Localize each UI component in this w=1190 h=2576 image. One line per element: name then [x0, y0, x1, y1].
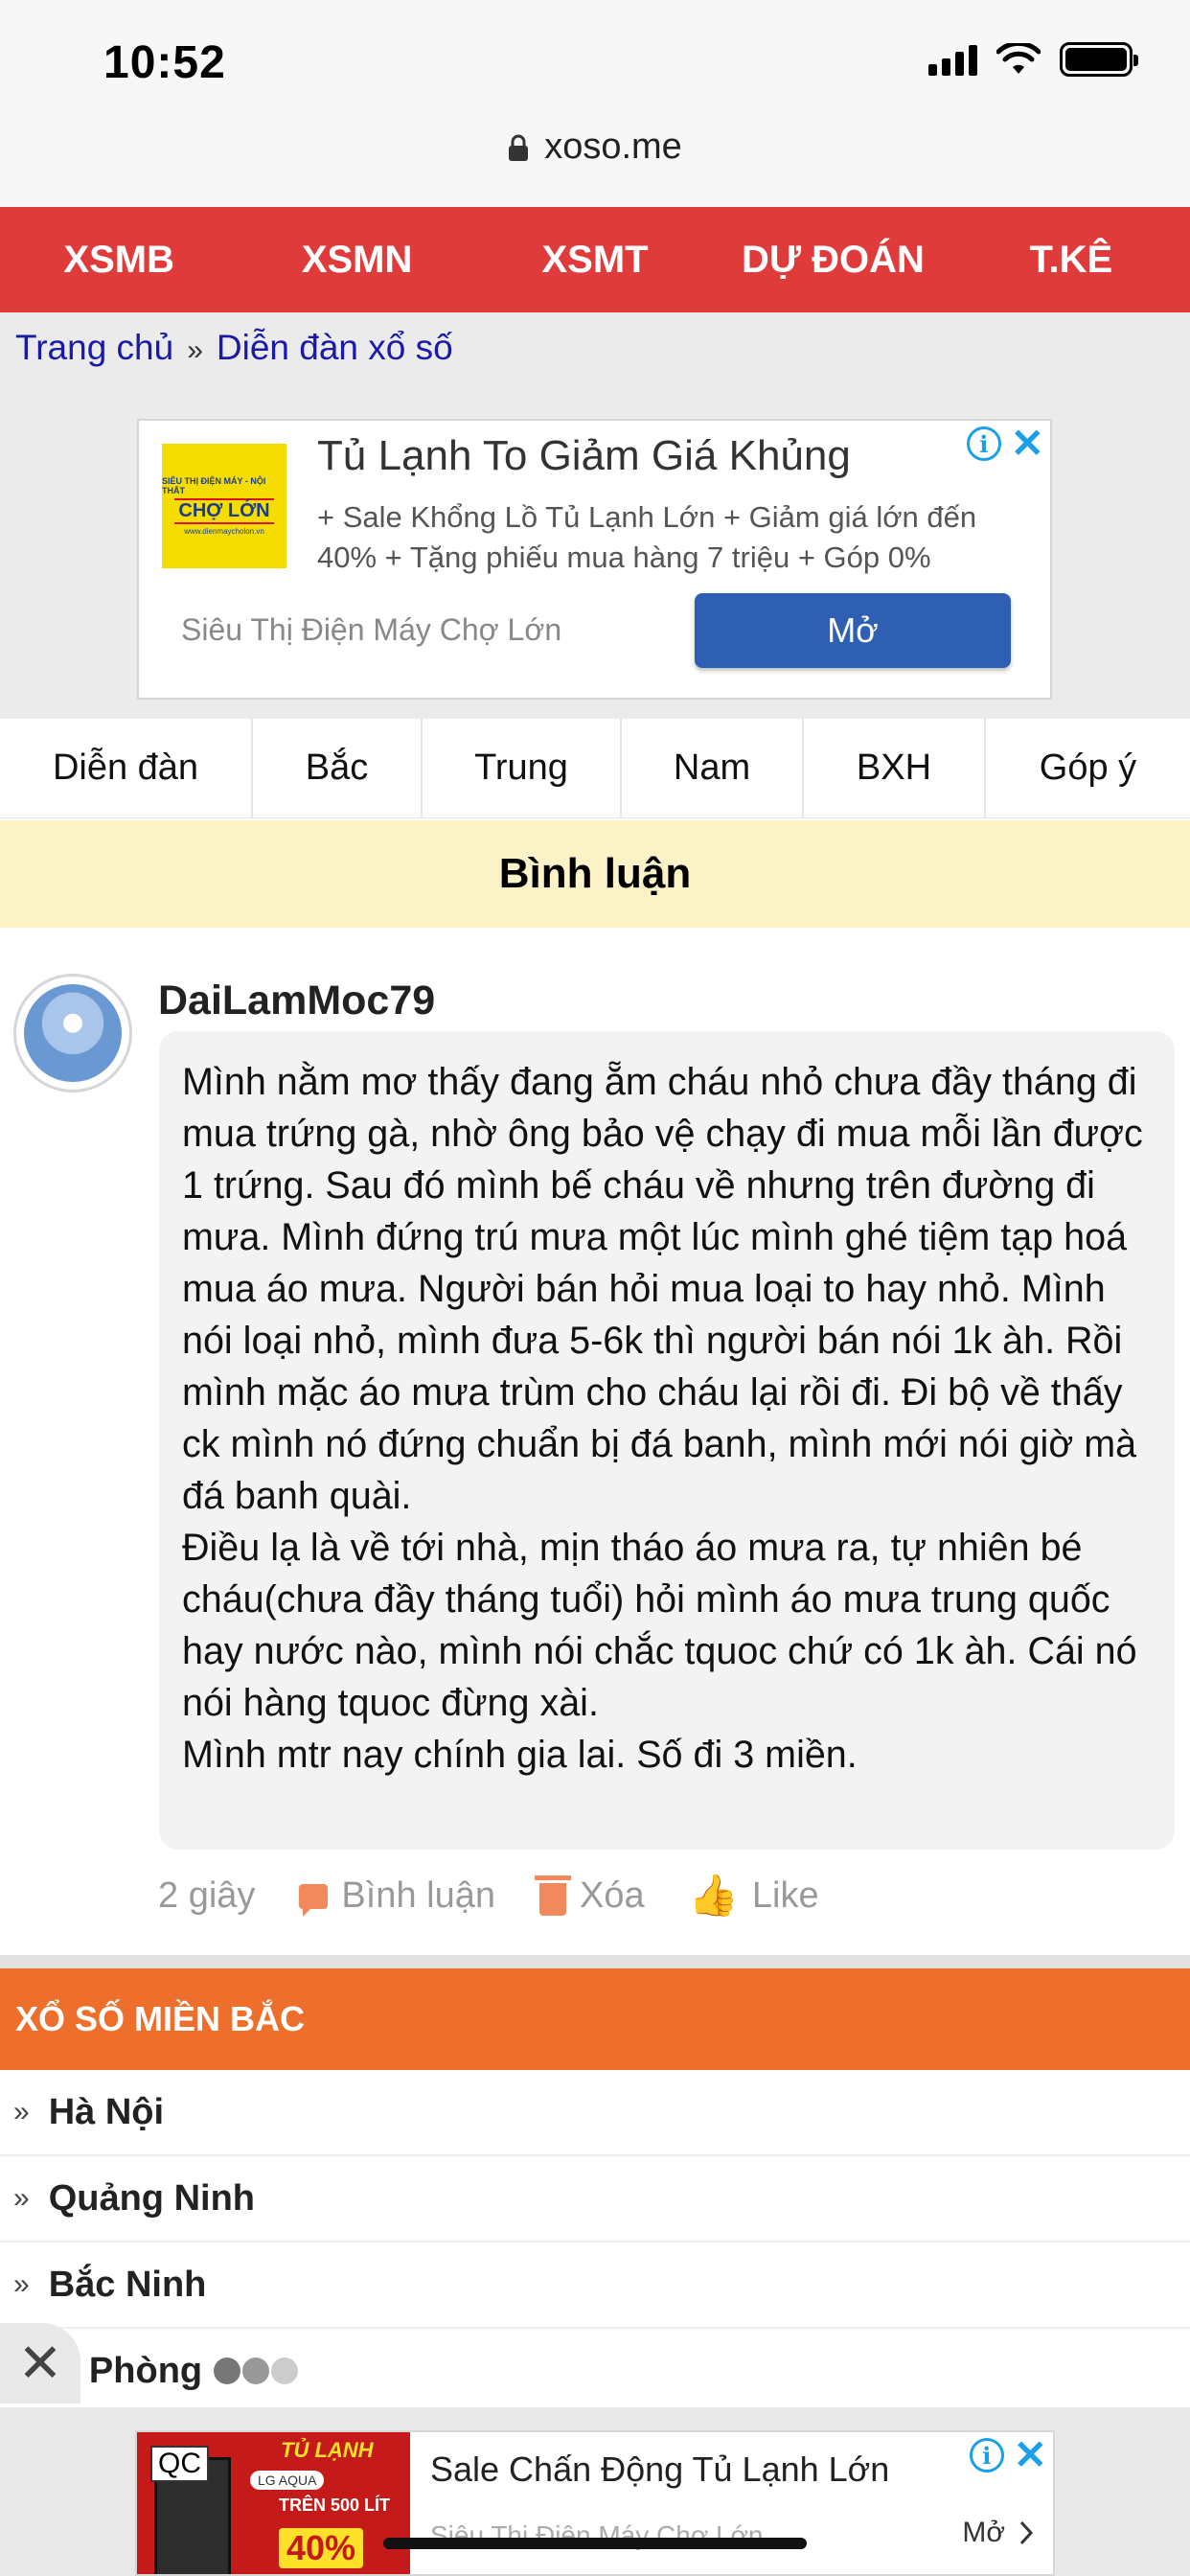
ad-description: + Sale Khổng Lồ Tủ Lạnh Lớn + Giảm giá l…	[317, 500, 977, 574]
forum-tabs: Diễn đàn Bắc Trung Nam BXH Góp ý	[0, 719, 1190, 818]
ad-title: Tủ Lạnh To Giảm Giá Khủng	[317, 432, 851, 479]
tab-nam[interactable]: Nam	[622, 719, 804, 817]
lock-icon	[509, 134, 529, 161]
tab-dien-dan[interactable]: Diễn đàn	[0, 719, 253, 817]
status-bar: 10:52	[0, 0, 1190, 115]
ad-choices: i ✕	[966, 424, 1044, 464]
chevron-right-icon: »	[13, 2096, 30, 2128]
ad-choices: i ✕	[969, 2435, 1047, 2475]
loading-dots-icon	[214, 2358, 299, 2384]
close-icon[interactable]: ✕	[1014, 2435, 1047, 2475]
tab-trung[interactable]: Trung	[423, 719, 622, 817]
tab-bac[interactable]: Bắc	[253, 719, 423, 817]
close-ad-button[interactable]: ✕	[0, 2323, 80, 2404]
avatar[interactable]	[13, 974, 132, 1092]
signal-icon	[928, 43, 977, 76]
province-link-hai-phong[interactable]: » ải Phòng	[0, 2329, 1190, 2415]
ad-title: Sale Chấn Động Tủ Lạnh Lớn	[430, 2450, 890, 2489]
province-link-quang-ninh[interactable]: » Quảng Ninh	[0, 2156, 1190, 2242]
breadcrumb: Trang chủ » Diễn đàn xổ số	[15, 328, 453, 368]
main-nav: XSMB XSMN XSMT DỰ ĐOÁN T.KÊ	[0, 207, 1190, 312]
region-header[interactable]: XỔ SỐ MIỀN BẮC	[0, 1968, 1190, 2070]
breadcrumb-separator: »	[187, 334, 203, 366]
comment-username[interactable]: DaiLamMoc79	[158, 978, 435, 1024]
nav-xsmb[interactable]: XSMB	[0, 207, 238, 312]
section-title: Bình luận	[0, 820, 1190, 928]
tab-gop-y[interactable]: Góp ý	[986, 719, 1190, 817]
home-indicator[interactable]	[383, 2538, 807, 2549]
ad-logo: SIÊU THỊ ĐIỆN MÁY - NỘI THẤT CHỢ LỚN www…	[162, 444, 286, 568]
chevron-right-icon: »	[13, 2268, 30, 2300]
wifi-icon	[996, 43, 1041, 74]
battery-icon	[1060, 42, 1138, 77]
like-button[interactable]: 👍 Like	[689, 1873, 819, 1920]
browser-url-bar[interactable]: xoso.me	[0, 115, 1190, 207]
close-icon: ✕	[17, 2333, 63, 2393]
tab-bxh[interactable]: BXH	[804, 719, 986, 817]
nav-xsmn[interactable]: XSMN	[238, 207, 475, 312]
breadcrumb-home[interactable]: Trang chủ	[15, 328, 173, 368]
province-link-ha-noi[interactable]: » Hà Nội	[0, 2070, 1190, 2156]
divider	[0, 1955, 1190, 1968]
close-icon[interactable]: ✕	[1011, 424, 1044, 464]
status-time: 10:52	[103, 37, 226, 88]
ad-banner-top[interactable]: SIÊU THỊ ĐIỆN MÁY - NỘI THẤT CHỢ LỚN www…	[137, 419, 1052, 700]
nav-xsmt[interactable]: XSMT	[476, 207, 714, 312]
status-icons	[928, 42, 1138, 77]
url-text: xoso.me	[544, 126, 682, 167]
comment-text: Mình nằm mơ thấy đang ẵm cháu nhỏ chưa đ…	[159, 1031, 1175, 1850]
breadcrumb-forum[interactable]: Diễn đàn xổ số	[217, 328, 453, 368]
ad-banner-bottom[interactable]: QC TỦ LẠNH LG AQUA TRÊN 500 LÍT 40% Sale…	[135, 2430, 1055, 2576]
trash-icon	[534, 1874, 571, 1916]
province-link-bac-ninh[interactable]: » Bắc Ninh	[0, 2242, 1190, 2329]
ad-advertiser: Siêu Thị Điện Máy Chợ Lớn	[181, 612, 562, 647]
chat-bubble-icon	[299, 1883, 329, 1917]
delete-button[interactable]: Xóa	[534, 1874, 645, 1917]
comment-actions: 2 giây Bình luận Xóa 👍 Like	[158, 1873, 863, 1920]
nav-du-doan[interactable]: DỰ ĐOÁN	[714, 207, 951, 312]
nav-thong-ke[interactable]: T.KÊ	[952, 207, 1190, 312]
reply-button[interactable]: Bình luận	[299, 1875, 495, 1917]
info-icon[interactable]: i	[969, 2438, 1004, 2472]
chevron-right-icon	[1019, 2520, 1034, 2545]
ad-open-button[interactable]: Mở	[695, 593, 1011, 668]
info-icon[interactable]: i	[966, 426, 1001, 461]
chevron-right-icon: »	[13, 2182, 30, 2214]
thumbs-up-icon: 👍	[688, 1873, 739, 1918]
ad-open-link[interactable]: Mở	[962, 2517, 1034, 2549]
ad-badge: QC	[150, 2446, 209, 2482]
comment-time: 2 giây	[158, 1875, 256, 1916]
ad-image: QC TỦ LẠNH LG AQUA TRÊN 500 LÍT 40%	[137, 2432, 410, 2574]
